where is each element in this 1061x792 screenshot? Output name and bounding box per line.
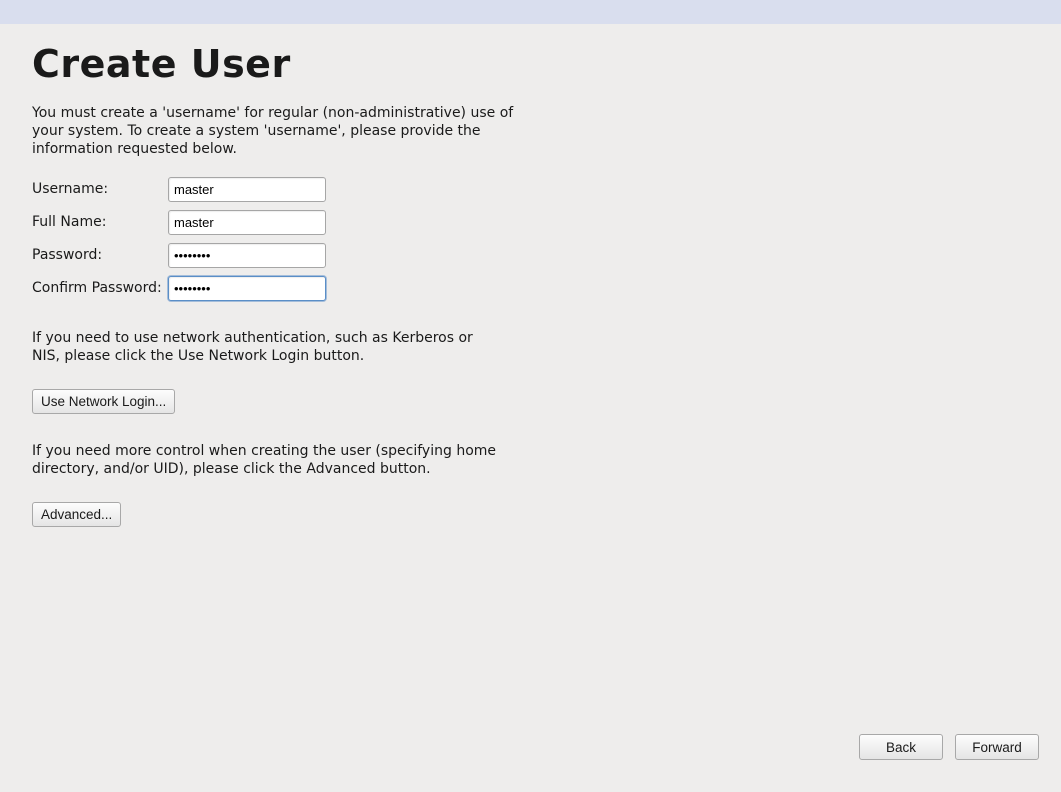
use-network-login-button[interactable]: Use Network Login... (32, 389, 175, 414)
confirm-password-input[interactable] (168, 276, 326, 301)
intro-text: You must create a 'username' for regular… (32, 104, 532, 159)
advanced-note: If you need more control when creating t… (32, 442, 502, 478)
password-input[interactable] (168, 243, 326, 268)
back-button[interactable]: Back (859, 734, 943, 760)
row-fullname: Full Name: (32, 210, 560, 235)
password-label: Password: (32, 247, 168, 263)
forward-button[interactable]: Forward (955, 734, 1039, 760)
username-label: Username: (32, 181, 168, 197)
fullname-label: Full Name: (32, 214, 168, 230)
row-username: Username: (32, 177, 560, 202)
footer-nav: Back Forward (859, 734, 1039, 760)
network-login-note: If you need to use network authenticatio… (32, 329, 502, 365)
confirm-password-label: Confirm Password: (32, 280, 168, 296)
advanced-button[interactable]: Advanced... (32, 502, 121, 527)
username-input[interactable] (168, 177, 326, 202)
fullname-input[interactable] (168, 210, 326, 235)
row-confirm-password: Confirm Password: (32, 276, 560, 301)
page-title: Create User (32, 42, 560, 86)
top-banner (0, 0, 1061, 24)
row-password: Password: (32, 243, 560, 268)
main-content: Create User You must create a 'username'… (0, 24, 560, 527)
